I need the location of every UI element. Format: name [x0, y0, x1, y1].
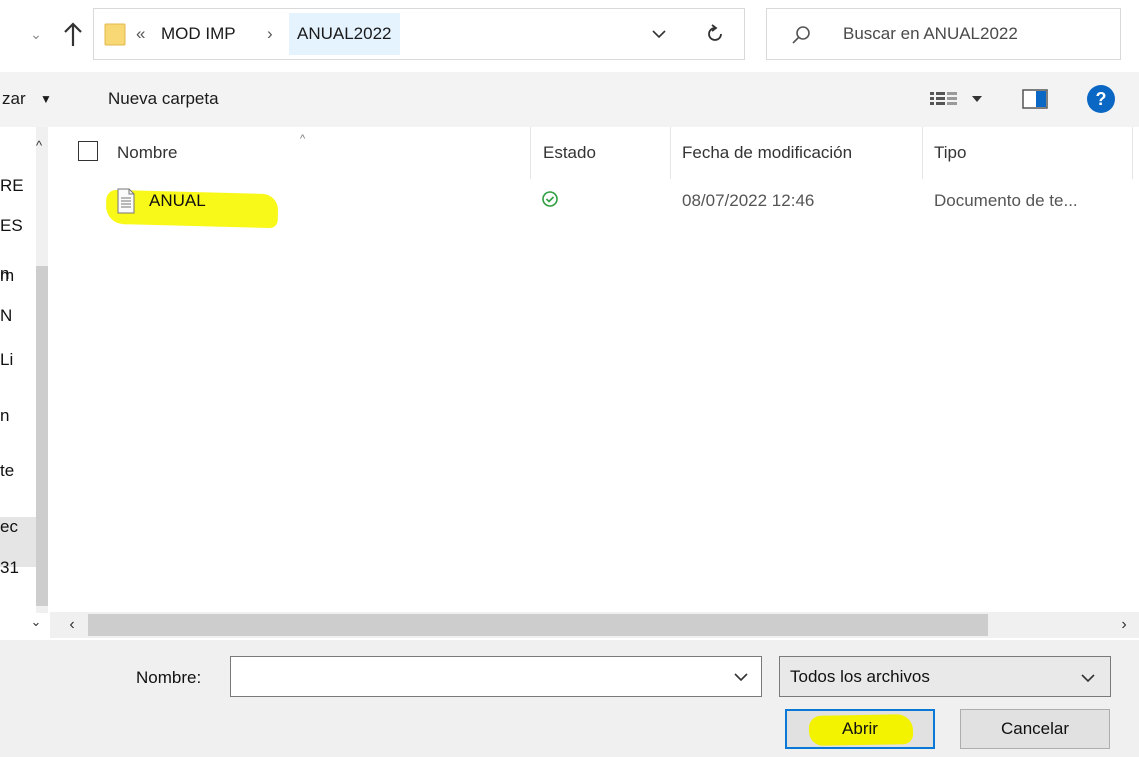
nav-item[interactable]: 31	[0, 556, 36, 580]
organize-button[interactable]: zar	[0, 84, 26, 114]
preview-pane-icon[interactable]	[1022, 88, 1048, 110]
breadcrumb-overflow[interactable]: «	[136, 21, 145, 47]
refresh-icon[interactable]	[702, 21, 728, 47]
nav-item[interactable]: N	[0, 304, 36, 328]
new-folder-button[interactable]: Nueva carpeta	[108, 84, 219, 114]
filter-dropdown-chevron-icon	[1076, 666, 1100, 690]
column-header-status[interactable]: Estado	[543, 140, 596, 166]
file-type-filter-select[interactable]: Todos los archivos	[779, 656, 1111, 697]
column-divider[interactable]	[530, 127, 531, 179]
dialog-footer: Nombre: Todos los archivos Abrir Cancela…	[0, 640, 1139, 757]
change-view-button[interactable]	[928, 86, 992, 114]
horizontal-scrollbar-thumb[interactable]	[88, 614, 988, 636]
recent-locations-chevron-icon[interactable]: ⌄	[26, 22, 46, 46]
cancel-button[interactable]: Cancelar	[960, 709, 1110, 749]
address-dropdown-chevron-icon[interactable]	[647, 21, 671, 47]
nav-scrollbar-thumb[interactable]	[36, 266, 48, 606]
open-button-label: Abrir	[842, 719, 878, 738]
column-divider[interactable]	[922, 127, 923, 179]
column-header-type[interactable]: Tipo	[934, 140, 966, 166]
file-name[interactable]: ANUAL	[149, 188, 206, 214]
sort-ascending-icon: ^	[300, 133, 306, 145]
column-header-modified[interactable]: Fecha de modificación	[682, 140, 852, 166]
horizontal-scrollbar[interactable]: ‹ ›	[50, 612, 1139, 638]
open-button[interactable]: Abrir	[785, 709, 935, 749]
file-modified-date: 08/07/2022 12:46	[682, 191, 815, 210]
scroll-up-chevron-icon[interactable]: ^	[29, 136, 49, 156]
nav-item[interactable]: te	[0, 459, 36, 483]
table-row[interactable]: ANUAL 08/07/2022 12:46 Documento de te..…	[50, 181, 1139, 229]
address-row: ⌄ « MOD IMP › ANUAL2022 Buscar en ANUAL2…	[0, 0, 1139, 72]
nav-item[interactable]: ec	[0, 515, 36, 539]
scroll-left-chevron-icon[interactable]: ‹	[62, 612, 82, 638]
nav-item[interactable]: n	[0, 404, 36, 428]
search-placeholder: Buscar en ANUAL2022	[843, 24, 1018, 43]
scroll-right-chevron-icon[interactable]: ›	[1114, 612, 1134, 638]
nav-item[interactable]: Li	[0, 348, 36, 372]
file-list-header: ^ Nombre Estado Fecha de modificación Ti…	[50, 127, 1139, 179]
folder-icon	[104, 21, 126, 47]
organize-dropdown-icon[interactable]: ▼	[40, 84, 52, 114]
nav-item[interactable]: RE	[0, 174, 36, 198]
file-name-dropdown-chevron-icon[interactable]	[726, 658, 756, 696]
breadcrumb-segment[interactable]: MOD IMP	[161, 21, 236, 47]
file-name-input[interactable]	[230, 656, 762, 697]
file-name-label: Nombre:	[136, 668, 202, 687]
text-document-icon	[115, 188, 137, 214]
up-arrow-icon[interactable]	[58, 18, 88, 50]
file-type-filter-value: Todos los archivos	[790, 667, 930, 686]
search-box[interactable]: Buscar en ANUAL2022	[766, 8, 1121, 60]
file-type: Documento de te...	[934, 191, 1078, 210]
select-all-checkbox[interactable]	[78, 141, 98, 161]
address-bar[interactable]: « MOD IMP › ANUAL2022	[93, 8, 745, 60]
search-icon	[789, 23, 813, 47]
scroll-down-chevron-icon[interactable]: ⌄	[26, 612, 46, 632]
column-divider[interactable]	[670, 127, 671, 179]
column-divider[interactable]	[1132, 127, 1133, 179]
nav-item[interactable]: ES	[0, 214, 36, 238]
breadcrumb-segment-current[interactable]: ANUAL2022	[289, 13, 400, 55]
nav-item[interactable]: n	[0, 262, 36, 286]
command-toolbar: zar ▼ Nueva carpeta ?	[0, 72, 1139, 127]
column-header-name[interactable]: Nombre	[117, 140, 177, 166]
help-icon[interactable]: ?	[1087, 85, 1115, 113]
sync-ok-icon	[540, 189, 560, 209]
breadcrumb-separator-icon[interactable]: ›	[267, 21, 273, 47]
